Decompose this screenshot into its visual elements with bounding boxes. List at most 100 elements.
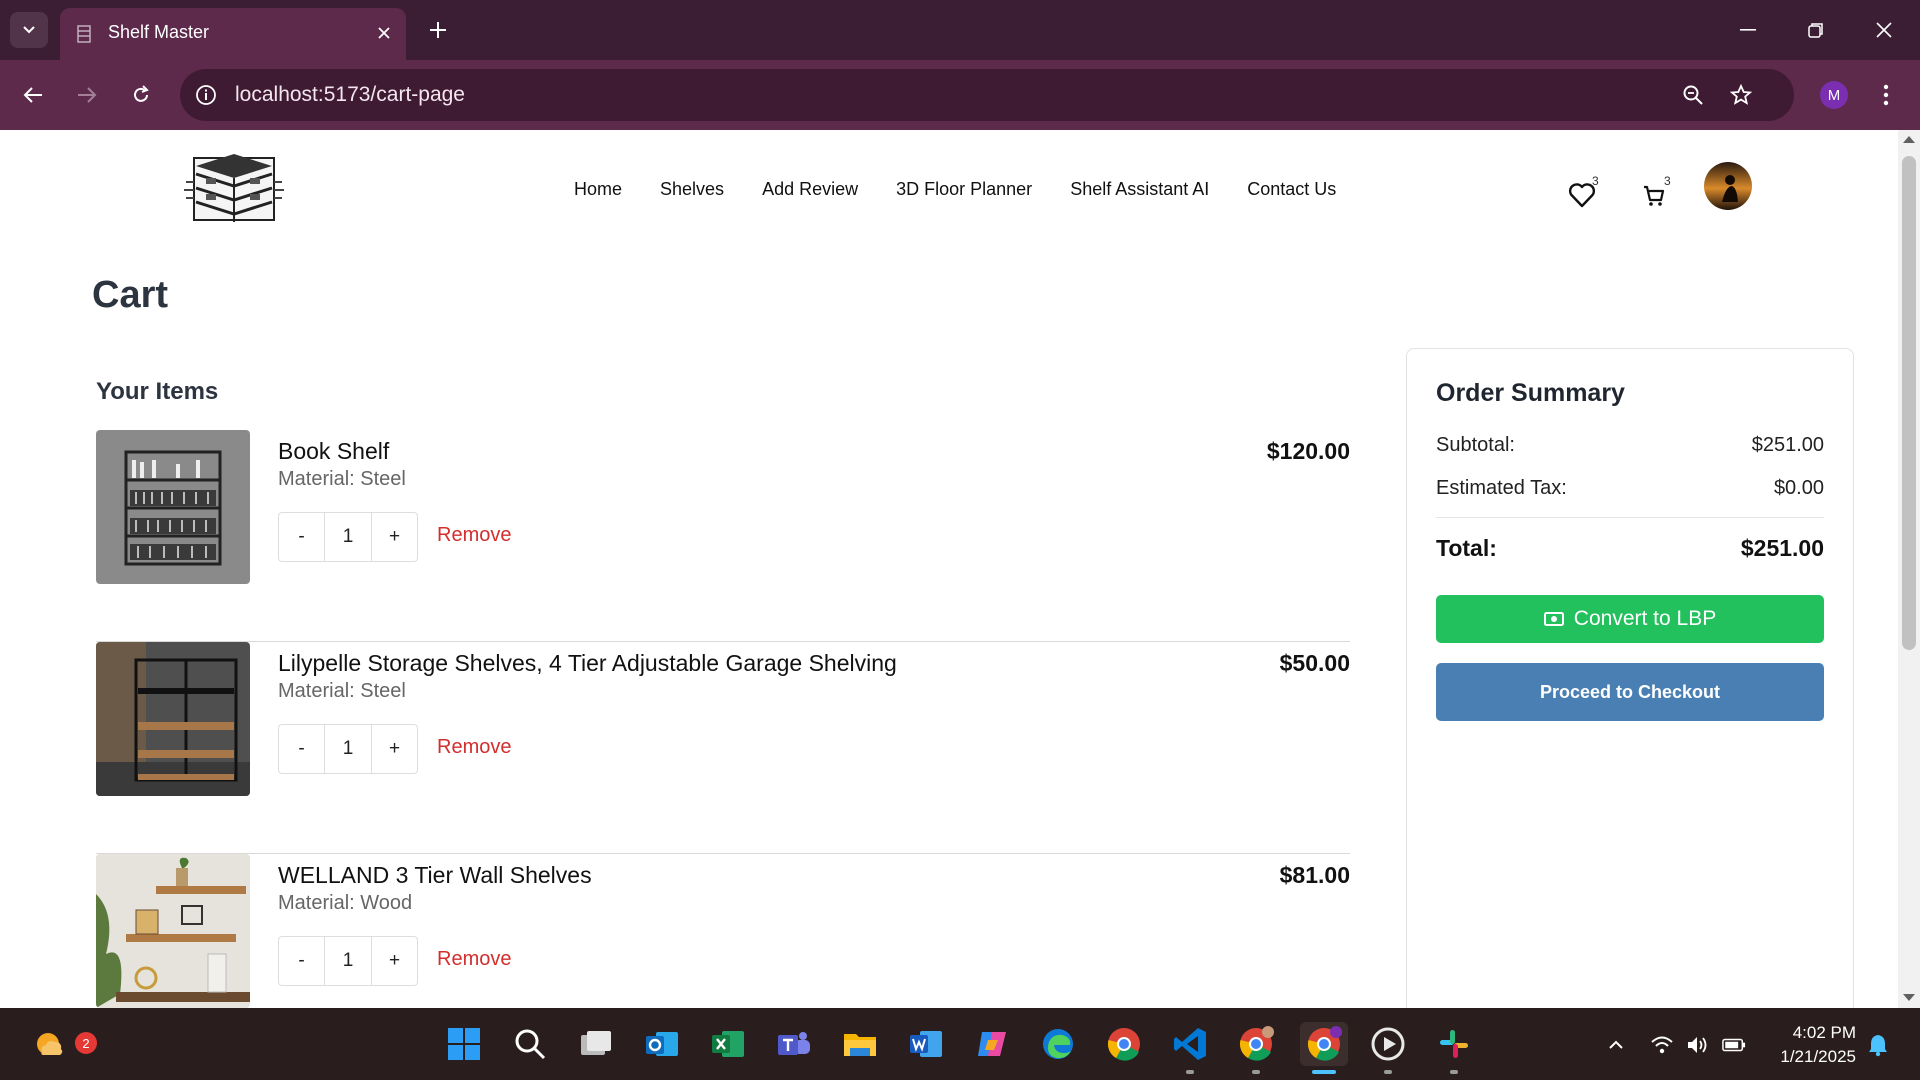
product-image-wall-shelves[interactable] [96,854,250,1008]
site-info-icon[interactable] [194,83,218,107]
battery-icon[interactable] [1722,1034,1746,1056]
chrome-profile-1-running-indicator [1252,1070,1260,1074]
chrome-profile-1-icon[interactable] [1234,1022,1278,1066]
chrome-icon[interactable] [1102,1022,1146,1066]
nav-link-home[interactable]: Home [574,179,622,200]
cart-item: Book Shelf Material: Steel $120.00 - 1 +… [96,430,1350,642]
product-image-book-shelf[interactable] [96,430,250,584]
wifi-icon[interactable] [1650,1034,1674,1056]
cart-button[interactable]: 3 [1642,174,1682,210]
chrome-profile-m-active-indicator [1312,1070,1336,1074]
file-explorer-icon[interactable] [838,1022,882,1066]
proceed-to-checkout-button[interactable]: Proceed to Checkout [1436,663,1824,721]
word-icon[interactable] [904,1022,948,1066]
remove-button[interactable]: Remove [437,736,511,759]
browser-menu-icon[interactable] [1876,80,1896,110]
order-summary-card: Order Summary Subtotal: $251.00 Estimate… [1406,348,1854,1008]
minimize-icon[interactable] [1726,10,1770,50]
scrollbar-thumb[interactable] [1902,156,1916,650]
back-icon[interactable] [16,78,50,112]
page-title: Cart [92,274,169,316]
shelf-master-logo[interactable] [182,152,286,226]
total-row: Total: $251.00 [1436,535,1824,562]
subtotal-value: $251.00 [1751,434,1824,456]
windows-taskbar: 2 4:02 PM 1/21/2025 [0,1008,1920,1080]
user-avatar[interactable] [1704,162,1752,210]
quantity-value[interactable]: 1 [324,513,372,561]
search-icon[interactable] [508,1022,552,1066]
system-clock[interactable]: 4:02 PM 1/21/2025 [1770,1021,1856,1069]
remove-button[interactable]: Remove [437,524,511,547]
restore-icon[interactable] [1794,10,1838,50]
volume-icon[interactable] [1686,1034,1710,1056]
tab-shelf-master[interactable]: Shelf Master [60,8,406,60]
decrement-button[interactable]: - [279,513,324,561]
weather-notification-badge: 2 [75,1032,97,1054]
zoom-icon[interactable] [1680,82,1706,108]
media-player-running-indicator [1384,1070,1392,1074]
increment-button[interactable]: + [372,937,417,985]
excel-icon[interactable] [706,1022,750,1066]
convert-label: Convert to LBP [1573,607,1717,630]
page-scrollbar[interactable] [1898,130,1920,1008]
forward-icon[interactable] [70,78,104,112]
new-tab-icon[interactable] [424,16,452,44]
vscode-icon[interactable] [1168,1022,1212,1066]
item-material: Material: Wood [278,892,413,914]
address-bar[interactable]: localhost:5173/cart-page [180,69,1794,121]
chrome-profile-m-icon[interactable] [1300,1022,1348,1066]
teams-icon[interactable] [772,1022,816,1066]
chevron-down-icon [23,26,35,34]
quantity-value[interactable]: 1 [324,937,372,985]
nav-link-shelf-assistant-ai[interactable]: Shelf Assistant AI [1070,179,1209,200]
item-price: $81.00 [1279,862,1350,888]
item-name[interactable]: Book Shelf [278,438,389,465]
windows-start-icon[interactable] [442,1022,486,1066]
weather-widget-icon[interactable]: 2 [28,1022,97,1066]
close-window-icon[interactable] [1862,10,1906,50]
convert-to-lbp-button[interactable]: Convert to LBP [1436,595,1824,643]
copilot-icon[interactable] [970,1022,1014,1066]
profile-avatar[interactable]: M [1820,81,1848,109]
nav-link-contact-us[interactable]: Contact Us [1247,179,1336,200]
main-nav: Home Shelves Add Review 3D Floor Planner… [574,179,1336,200]
notification-bell-icon[interactable] [1866,1034,1890,1057]
nav-link-3d-floor-planner[interactable]: 3D Floor Planner [896,179,1032,200]
slack-icon[interactable] [1432,1022,1476,1066]
nav-link-add-review[interactable]: Add Review [762,179,858,200]
chevron-up-icon[interactable] [1604,1034,1628,1056]
money-icon [1543,612,1564,626]
decrement-button[interactable]: - [279,725,324,773]
task-view-icon[interactable] [574,1022,618,1066]
subtotal-label: Subtotal: [1436,434,1515,456]
wishlist-button[interactable]: 3 [1568,174,1608,210]
media-player-icon[interactable] [1366,1022,1410,1066]
decrement-button[interactable]: - [279,937,324,985]
clock-date: 1/21/2025 [1780,1047,1856,1066]
scroll-down-arrow-icon[interactable] [1903,994,1915,1001]
increment-button[interactable]: + [372,725,417,773]
close-tab-icon[interactable] [372,21,396,45]
browser-titlebar: Shelf Master [0,0,1920,60]
item-name[interactable]: WELLAND 3 Tier Wall Shelves [278,862,592,889]
product-image-storage-shelves[interactable] [96,642,250,796]
wishlist-count: 3 [1592,174,1599,188]
quantity-stepper: - 1 + [278,512,418,562]
tax-row: Estimated Tax: $0.00 [1436,477,1824,500]
scroll-up-arrow-icon[interactable] [1903,136,1915,143]
item-name[interactable]: Lilypelle Storage Shelves, 4 Tier Adjust… [278,650,897,677]
remove-button[interactable]: Remove [437,948,511,971]
cart-item: Lilypelle Storage Shelves, 4 Tier Adjust… [96,642,1350,854]
tab-search-button[interactable] [10,12,48,48]
edge-icon[interactable] [1036,1022,1080,1066]
bookmark-star-icon[interactable] [1728,82,1754,108]
cart-item: WELLAND 3 Tier Wall Shelves Material: Wo… [96,854,1350,1008]
outlook-icon[interactable] [640,1022,684,1066]
quantity-value[interactable]: 1 [324,725,372,773]
increment-button[interactable]: + [372,513,417,561]
url-text[interactable]: localhost:5173/cart-page [235,83,465,107]
reload-icon[interactable] [124,78,158,112]
nav-link-shelves[interactable]: Shelves [660,179,724,200]
item-material: Material: Steel [278,468,406,490]
item-price: $120.00 [1266,438,1350,464]
